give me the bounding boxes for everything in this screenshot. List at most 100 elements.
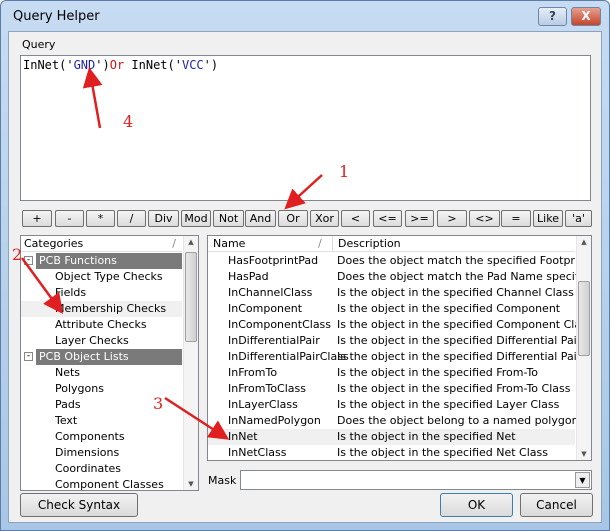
function-row[interactable]: InComponent Is the object in the specifie… <box>208 301 575 317</box>
operator-button[interactable]: Not <box>213 210 244 227</box>
query-editor[interactable]: InNet('GND')Or InNet('VCC') <box>20 55 591 201</box>
function-name: InDifferentialPairClass <box>228 350 349 363</box>
function-row[interactable]: InNetClass Is the object in the specified… <box>208 445 575 460</box>
function-row[interactable]: InNet Is the object in the specified Net <box>208 429 575 445</box>
function-row[interactable]: InComponentClass Is the object in the spe… <box>208 317 591 333</box>
function-name: InFromTo <box>228 366 278 379</box>
scroll-up-icon[interactable]: ▲ <box>184 238 198 246</box>
category-item[interactable]: Dimensions <box>21 445 182 461</box>
query-label: Query <box>22 38 56 51</box>
ok-button[interactable]: OK <box>440 493 513 517</box>
operator-button[interactable]: And <box>245 210 276 227</box>
function-name: InChannelClass <box>228 286 313 299</box>
function-description: Does the object belong to a named polygo… <box>337 414 579 427</box>
operator-button[interactable]: Mod <box>181 210 211 227</box>
categories-header[interactable]: Categories / <box>21 236 182 252</box>
operator-button[interactable]: < <box>341 210 370 227</box>
function-description: Is the object in the specified Layer Cla… <box>337 398 560 411</box>
mask-combobox[interactable]: ▼ <box>240 470 592 490</box>
function-row[interactable]: InFromTo Is the object in the specified F… <box>208 365 575 381</box>
function-row[interactable]: InChannelClass Is the object in the speci… <box>208 285 575 301</box>
function-description: Is the object in the specified Channel C… <box>337 286 574 299</box>
query-token: InNet(' <box>23 58 74 72</box>
functions-panel: Name / Description HasFootprintPad Does t… <box>207 235 592 461</box>
category-item[interactable]: Coordinates <box>21 461 182 477</box>
category-item[interactable]: Membership Checks <box>21 301 182 317</box>
operator-button[interactable]: Like <box>533 210 563 227</box>
help-button[interactable]: ? <box>538 7 567 26</box>
dropdown-arrow-icon[interactable]: ▼ <box>575 472 590 488</box>
category-item[interactable]: Attribute Checks <box>21 317 182 333</box>
column-divider[interactable] <box>332 236 333 252</box>
operator-button[interactable]: * <box>86 210 115 227</box>
operator-button[interactable]: + <box>22 210 52 227</box>
function-description: Does the object match the specified Foot… <box>337 254 592 267</box>
operator-button[interactable]: - <box>55 210 84 227</box>
function-name: HasPad <box>228 270 269 283</box>
category-item[interactable]: Nets <box>21 365 182 381</box>
category-item[interactable]: Layer Checks <box>21 333 182 349</box>
categories-scrollbar[interactable]: ▲ ▼ <box>183 236 198 490</box>
categories-panel: Categories / - PCB Functions Object Type Ch… <box>20 235 199 491</box>
function-name: InComponentClass <box>228 318 332 331</box>
function-name: InNetClass <box>228 446 287 459</box>
category-group[interactable]: - PCB Functions <box>21 253 182 269</box>
query-token: ') <box>203 58 219 72</box>
function-name: InFromToClass <box>228 382 306 395</box>
collapse-icon[interactable]: - <box>24 352 33 361</box>
function-row[interactable]: InDifferentialPair Is the object in the s… <box>208 333 581 349</box>
function-description: Is the object in the specified Net Class <box>337 446 548 459</box>
category-group-label: PCB Functions <box>36 253 182 269</box>
function-description: Is the object in the specified Different… <box>337 334 582 347</box>
window-title: Query Helper <box>13 9 100 24</box>
query-token: InNet(' <box>124 58 182 72</box>
operator-button[interactable]: <> <box>469 210 500 227</box>
function-description: Is the object in the specified Net <box>337 430 516 443</box>
category-item[interactable]: Components <box>21 429 182 445</box>
collapse-icon[interactable]: - <box>24 256 33 265</box>
function-row[interactable]: InNamedPolygon Does the object belong to … <box>208 413 579 429</box>
query-token: Or <box>109 58 125 72</box>
function-name: HasFootprintPad <box>228 254 319 267</box>
category-group[interactable]: - PCB Object Lists <box>21 349 182 365</box>
category-item[interactable]: Text <box>21 413 182 429</box>
operator-button[interactable]: > <box>437 210 467 227</box>
function-row[interactable]: HasFootprintPad Does the object match the… <box>208 253 591 269</box>
functions-scrollbar[interactable]: ▲ ▼ <box>576 236 591 460</box>
check-syntax-button[interactable]: Check Syntax <box>20 493 138 517</box>
operator-button[interactable]: Xor <box>310 210 339 227</box>
scroll-down-icon[interactable]: ▼ <box>577 450 591 458</box>
operator-button[interactable]: <= <box>373 210 402 227</box>
scroll-thumb[interactable] <box>578 281 590 356</box>
function-description: Is the object in the specified Component… <box>337 318 592 331</box>
function-row[interactable]: HasPad Does the object match the Pad Name… <box>208 269 591 285</box>
operator-button[interactable]: / <box>117 210 146 227</box>
function-name: InLayerClass <box>228 398 298 411</box>
category-item[interactable]: Object Type Checks <box>21 269 182 285</box>
annotation-3: 3 <box>153 394 164 413</box>
function-description: Is the object in the specified Different… <box>337 350 592 363</box>
scroll-thumb[interactable] <box>185 252 197 342</box>
function-name: InDifferentialPair <box>228 334 320 347</box>
cancel-button[interactable]: Cancel <box>520 493 593 517</box>
description-column-header[interactable]: Description <box>338 237 401 250</box>
function-row[interactable]: InDifferentialPairClass Is the object in … <box>208 349 591 365</box>
annotation-4: 4 <box>123 112 134 131</box>
scroll-down-icon[interactable]: ▼ <box>184 480 198 488</box>
category-item[interactable]: Fields <box>21 285 182 301</box>
sort-indicator-icon: / <box>172 237 176 250</box>
function-name: InNamedPolygon <box>228 414 321 427</box>
operator-button[interactable]: 'a' <box>565 210 592 227</box>
name-column-header[interactable]: Name <box>213 237 245 250</box>
operator-button[interactable]: = <box>501 210 531 227</box>
close-button[interactable]: X <box>571 7 601 26</box>
category-item[interactable]: Component Classes <box>21 477 182 490</box>
operator-button[interactable]: Or <box>278 210 308 227</box>
operator-button[interactable]: Div <box>148 210 179 227</box>
function-row[interactable]: InLayerClass Is the object in the specifi… <box>208 397 575 413</box>
query-token: ') <box>95 58 110 72</box>
operator-button[interactable]: >= <box>405 210 434 227</box>
function-row[interactable]: InFromToClass Is the object in the specif… <box>208 381 575 397</box>
annotation-2: 2 <box>12 245 23 264</box>
scroll-up-icon[interactable]: ▲ <box>577 238 591 246</box>
